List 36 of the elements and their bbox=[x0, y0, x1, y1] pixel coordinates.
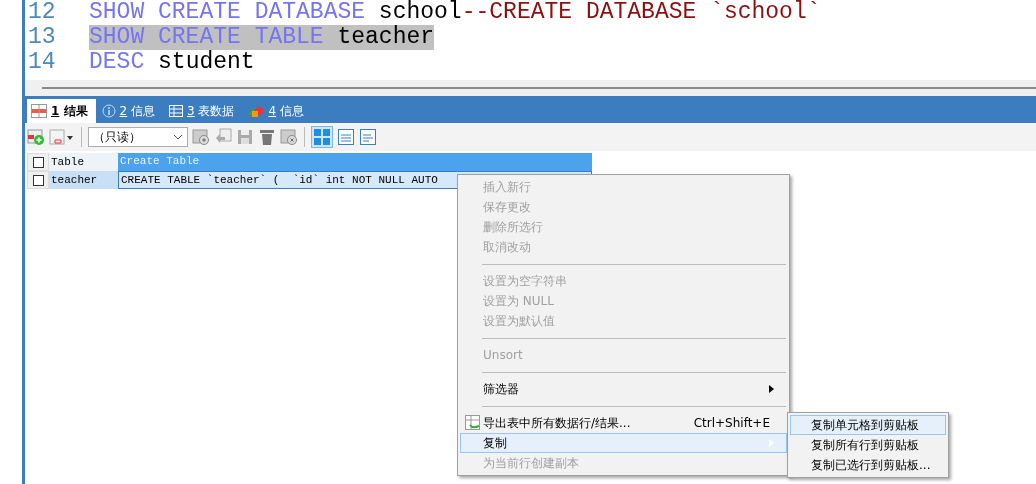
table-cell: teacher bbox=[49, 171, 118, 189]
checkbox[interactable] bbox=[32, 174, 44, 186]
code-line: DESC student bbox=[89, 50, 255, 75]
info-icon bbox=[101, 104, 116, 118]
checkbox[interactable] bbox=[32, 156, 44, 168]
code-line: SHOW CREATE DATABASE school--CREATE DATABASE `school` bbox=[89, 0, 821, 25]
menu-item[interactable]: 复制单元格到剪贴板 bbox=[790, 415, 946, 435]
menu-item[interactable]: 导出表中所有数据行/结果... Ctrl+Shift+E bbox=[460, 413, 787, 433]
line-number: 14 bbox=[27, 50, 57, 75]
text-view-icon[interactable] bbox=[359, 128, 377, 146]
column-header[interactable]: Create Table bbox=[118, 153, 592, 171]
table-icon bbox=[31, 104, 47, 118]
menu-item[interactable]: 筛选器 bbox=[460, 379, 787, 399]
result-tab[interactable]: 3 表数据 bbox=[165, 99, 243, 123]
shapes-icon bbox=[248, 105, 265, 117]
line-number: 13 bbox=[27, 25, 57, 50]
scrollbar[interactable] bbox=[42, 87, 1036, 89]
column-header[interactable]: Table bbox=[49, 153, 118, 171]
result-tab[interactable]: 2 信息 bbox=[97, 99, 163, 123]
menu-item[interactable]: 复制 bbox=[460, 433, 787, 453]
form-view-icon[interactable] bbox=[337, 128, 355, 146]
line-number: 12 bbox=[27, 0, 57, 25]
add-row-icon[interactable] bbox=[27, 128, 45, 146]
grid-add-icon[interactable] bbox=[192, 128, 210, 146]
trash-icon[interactable] bbox=[258, 128, 276, 146]
result-tab[interactable]: 1 结果 bbox=[27, 99, 96, 123]
result-tab[interactable]: 4 信息 bbox=[244, 99, 312, 123]
chevron-down-icon bbox=[173, 134, 183, 140]
menu-item[interactable]: 复制所有行到剪贴板 bbox=[790, 435, 946, 455]
mode-dropdown[interactable]: （只读） bbox=[88, 127, 188, 147]
grid-dropdown-icon[interactable] bbox=[49, 128, 75, 146]
menu-item[interactable]: 复制已选行到剪贴板... bbox=[790, 455, 946, 475]
grid-view-icon[interactable] bbox=[311, 126, 333, 148]
export-icon bbox=[465, 415, 481, 431]
grid-icon bbox=[169, 105, 183, 117]
grid-remove-icon[interactable] bbox=[280, 128, 298, 146]
